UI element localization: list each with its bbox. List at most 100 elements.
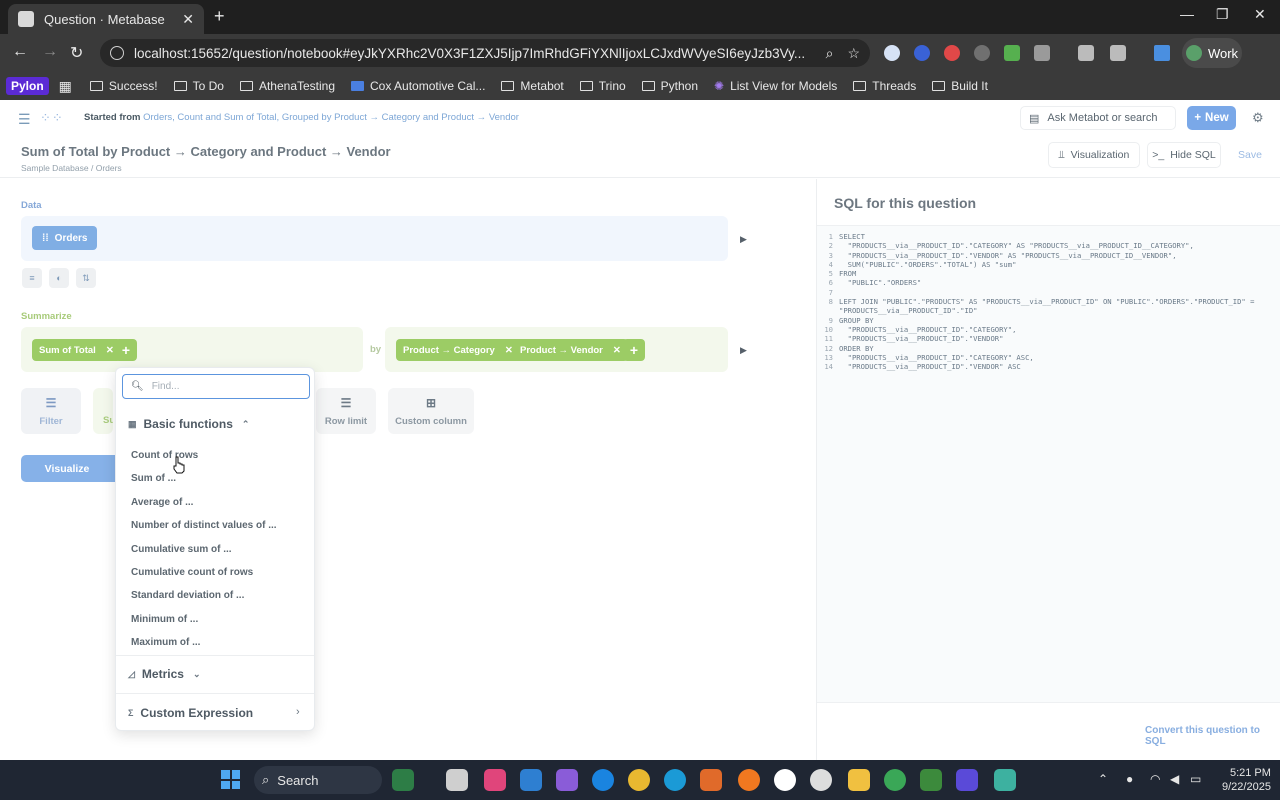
save-button[interactable]: Save	[1238, 149, 1262, 161]
media-icon[interactable]	[1078, 45, 1094, 61]
bookmark-star-icon[interactable]: ☆	[847, 45, 860, 62]
metrics-header[interactable]: ◿ Metrics ⌄	[128, 667, 201, 681]
bookmark-folder[interactable]: AthenaTesting	[239, 79, 335, 93]
chevron-right-icon[interactable]: ›	[296, 706, 300, 718]
add-metric-button[interactable]: +	[115, 339, 137, 361]
aggregation-function-item[interactable]: Standard deviation of ...	[131, 590, 244, 601]
aggregation-function-item[interactable]: Cumulative sum of ...	[131, 544, 232, 555]
chrome-icon[interactable]	[884, 769, 906, 791]
breadcrumb-database[interactable]: Sample Database	[21, 163, 89, 173]
join-mini-icon[interactable]: ◐	[49, 268, 69, 288]
tab-search-icon[interactable]	[1110, 45, 1126, 61]
tab-close-icon[interactable]: ✕	[182, 11, 194, 28]
convert-to-sql-link[interactable]: Convert this question to SQL	[1145, 725, 1280, 747]
download-icon[interactable]	[1154, 45, 1170, 61]
aggregation-function-item[interactable]: Count of rows	[131, 450, 198, 461]
reload-icon[interactable]: ↻	[70, 43, 83, 63]
app-icon[interactable]	[956, 769, 978, 791]
row-limit-step-button[interactable]: ☰ Row limit	[316, 388, 376, 434]
app-icon[interactable]	[774, 769, 796, 791]
filter-mini-icon[interactable]: ≡	[22, 268, 42, 288]
hide-sql-button[interactable]: >_ Hide SQL	[1147, 142, 1221, 168]
aggregation-function-item[interactable]: Maximum of ...	[131, 637, 200, 648]
battery-icon[interactable]: ▭	[1190, 772, 1201, 786]
wifi-icon[interactable]: ◠	[1150, 772, 1160, 786]
find-input[interactable]	[151, 381, 301, 392]
bookmark-folder[interactable]: Success!	[89, 79, 158, 93]
taskbar-clock[interactable]: 5:21 PM 9/22/2025	[1222, 766, 1271, 794]
metabase-logo-icon[interactable]: ⁘⁘	[40, 110, 64, 126]
bookmark-app[interactable]: ✺ List View for Models	[714, 79, 837, 93]
data-table-pill[interactable]: ⁞⁞ Orders	[32, 226, 98, 250]
address-bar[interactable]: localhost:15652/question/notebook#eyJkYX…	[100, 39, 870, 67]
visualization-button[interactable]: ⫫ Visualization	[1048, 142, 1140, 168]
summarize-step-button[interactable]: Su	[93, 388, 113, 434]
bookmark-folder[interactable]: Build It	[932, 79, 988, 93]
aggregation-function-item[interactable]: Number of distinct values of ...	[131, 520, 277, 531]
volume-icon[interactable]: ◀	[1170, 772, 1179, 786]
microphone-icon[interactable]: ●	[1126, 772, 1133, 786]
new-button[interactable]: + New	[1187, 106, 1236, 130]
docker-icon[interactable]	[664, 769, 686, 791]
forward-icon[interactable]: →	[42, 43, 58, 61]
browser-tab[interactable]: Question · Metabase ✕	[8, 4, 204, 34]
window-close-icon[interactable]: ✕	[1254, 6, 1266, 23]
app-icon[interactable]	[920, 769, 942, 791]
restore-icon[interactable]: ❐	[1216, 6, 1229, 23]
site-info-icon[interactable]	[110, 46, 124, 60]
remove-breakout-icon[interactable]: ✕	[505, 345, 513, 356]
started-from-link[interactable]: Orders, Count and Sum of Total, Grouped …	[143, 112, 519, 123]
basic-functions-header[interactable]: ▦ Basic functions ⌃	[128, 417, 249, 431]
search-icon[interactable]: ⌕	[826, 45, 834, 62]
taskbar-search[interactable]: ⌕ Search	[254, 766, 382, 794]
app-icon[interactable]	[810, 769, 832, 791]
minimize-icon[interactable]: —	[1180, 6, 1194, 22]
bookmark-folder[interactable]: Python	[641, 79, 698, 93]
app-icon[interactable]	[700, 769, 722, 791]
back-icon[interactable]: ←	[12, 43, 28, 61]
bookmark-folder[interactable]: To Do	[173, 79, 224, 93]
app-icon[interactable]	[446, 769, 468, 791]
windows-start-icon[interactable]	[221, 770, 240, 789]
chrome-icon[interactable]	[628, 769, 650, 791]
extension-icon[interactable]	[974, 45, 990, 61]
gear-icon[interactable]: ⚙	[1252, 110, 1264, 126]
preview-play-icon[interactable]: ▶	[740, 234, 747, 245]
remove-metric-icon[interactable]: ✕	[106, 345, 114, 356]
aggregation-function-item[interactable]: Cumulative count of rows	[131, 567, 253, 578]
extensions-puzzle-icon[interactable]	[1034, 45, 1050, 61]
bookmark-pylon[interactable]: Pylon	[6, 77, 49, 95]
ask-metabot-search[interactable]: ▤ Ask Metabot or search	[1020, 106, 1176, 130]
bookmark-folder[interactable]: Threads	[853, 79, 916, 93]
filter-step-button[interactable]: ☰ Filter	[21, 388, 81, 434]
app-icon[interactable]	[592, 769, 614, 791]
extension-icon[interactable]	[944, 45, 960, 61]
preview-play-icon[interactable]: ▶	[740, 345, 747, 356]
custom-column-step-button[interactable]: ⊞ Custom column	[388, 388, 474, 434]
custom-expression-item[interactable]: Σ Custom Expression	[128, 706, 253, 720]
metric-pill[interactable]: Sum of Total ✕	[32, 339, 121, 361]
profile-button[interactable]: Work	[1182, 38, 1242, 68]
app-icon[interactable]	[556, 769, 578, 791]
apps-grid-icon[interactable]: ▦	[59, 78, 72, 95]
breakout-pill[interactable]: Product → Vendor ✕	[513, 339, 628, 361]
aggregation-function-item[interactable]: Average of ...	[131, 497, 193, 508]
app-icon[interactable]	[994, 769, 1016, 791]
extension-icon[interactable]	[884, 45, 900, 61]
extension-icon[interactable]	[914, 45, 930, 61]
slack-icon[interactable]	[484, 769, 506, 791]
file-explorer-icon[interactable]	[848, 769, 870, 791]
app-icon[interactable]	[392, 769, 414, 791]
remove-breakout-icon[interactable]: ✕	[613, 345, 621, 356]
sort-mini-icon[interactable]: ⇅	[76, 268, 96, 288]
question-title[interactable]: Sum of Total by Product → Category and P…	[21, 144, 391, 159]
bookmark-folder[interactable]: Trino	[579, 79, 626, 93]
add-breakout-button[interactable]: +	[623, 339, 645, 361]
new-tab-icon[interactable]: +	[214, 6, 225, 27]
visualize-button[interactable]: Visualize	[21, 455, 123, 482]
extension-icon[interactable]	[1004, 45, 1020, 61]
find-field[interactable]: 🔍︎	[122, 374, 310, 399]
breadcrumb-table[interactable]: Orders	[96, 163, 122, 173]
app-icon[interactable]	[738, 769, 760, 791]
aggregation-function-item[interactable]: Sum of ...	[131, 473, 176, 484]
